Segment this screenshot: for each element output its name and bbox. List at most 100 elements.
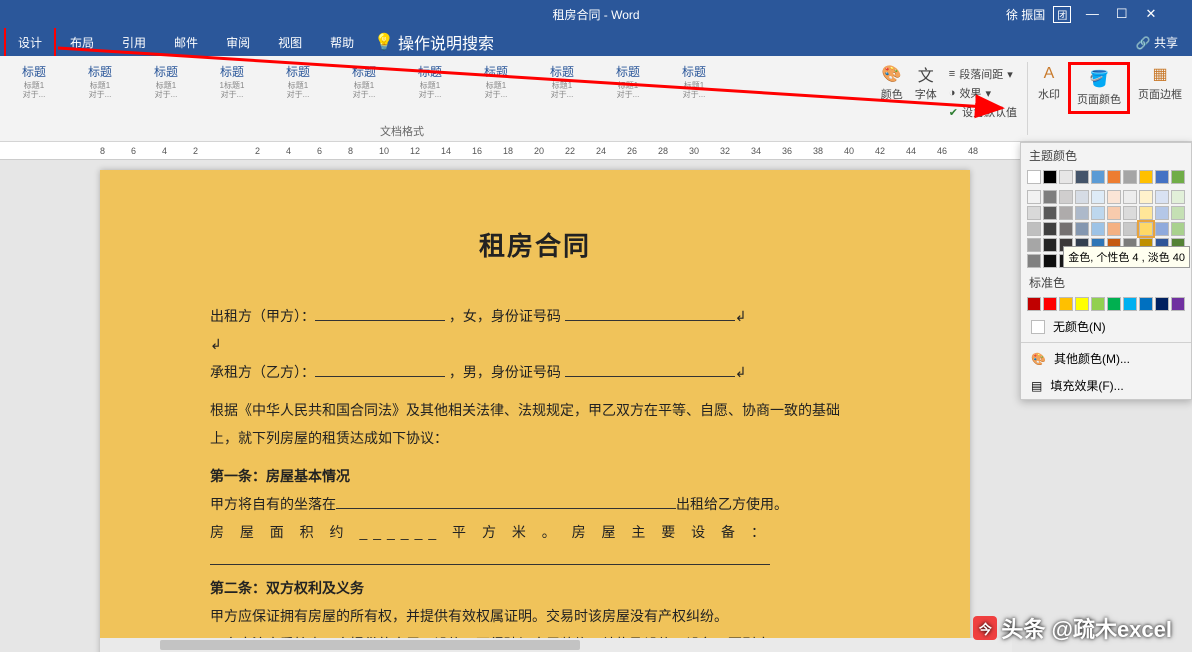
color-swatch[interactable] — [1043, 222, 1057, 236]
horizontal-ruler[interactable]: 8642246810121416182022242628303234363840… — [0, 142, 1192, 160]
color-swatch[interactable] — [1171, 170, 1185, 184]
color-swatch[interactable] — [1027, 190, 1041, 204]
color-swatch[interactable] — [1123, 190, 1137, 204]
fill-effects-option[interactable]: ▤填充效果(F)... — [1021, 372, 1191, 399]
color-swatch[interactable] — [1123, 297, 1137, 311]
color-swatch[interactable] — [1075, 190, 1089, 204]
style-thumb[interactable]: 标题标题1对于... — [134, 60, 198, 116]
color-swatch[interactable] — [1059, 190, 1073, 204]
style-thumb[interactable]: 标题1标题1对于... — [200, 60, 264, 116]
style-thumb[interactable]: 标题标题1对于... — [464, 60, 528, 116]
horizontal-scrollbar[interactable] — [100, 638, 1012, 652]
tab-mailings[interactable]: 邮件 — [160, 26, 212, 59]
t: 承租方（乙方）： — [210, 364, 315, 380]
color-swatch[interactable] — [1091, 297, 1105, 311]
ribbon: 标题标题1对于... 标题标题1对于... 标题标题1对于... 标题1标题1对… — [0, 56, 1192, 142]
color-swatch[interactable] — [1139, 297, 1153, 311]
color-swatch[interactable] — [1059, 206, 1073, 220]
watermark-button[interactable]: A 水印 — [1034, 62, 1064, 104]
page-color-button[interactable]: 🪣 页面颜色 — [1073, 67, 1125, 109]
colors-button[interactable]: 🎨 颜色 — [877, 62, 907, 104]
share-button[interactable]: 🔗 共享 — [1136, 34, 1188, 51]
effects-button[interactable]: ◑效果 ▾ — [949, 85, 1017, 101]
color-swatch[interactable] — [1155, 206, 1169, 220]
style-thumb[interactable]: 标题标题1对于... — [530, 60, 594, 116]
style-thumb[interactable]: 标题标题1对于... — [68, 60, 132, 116]
style-thumb[interactable]: 标题标题1对于... — [332, 60, 396, 116]
color-swatch[interactable] — [1123, 170, 1137, 184]
color-swatch[interactable] — [1027, 238, 1041, 252]
color-swatch[interactable] — [1107, 170, 1121, 184]
set-default-button[interactable]: ✔设为默认值 — [949, 104, 1017, 120]
color-swatch[interactable] — [1027, 254, 1041, 268]
color-swatch[interactable] — [1027, 222, 1041, 236]
tab-design[interactable]: 设计 — [4, 26, 56, 59]
color-swatch[interactable] — [1027, 170, 1041, 184]
color-swatch[interactable] — [1059, 222, 1073, 236]
paragraph-spacing-button[interactable]: ≡段落间距 ▾ — [949, 66, 1017, 82]
color-swatch[interactable] — [1155, 222, 1169, 236]
color-swatch[interactable] — [1075, 222, 1089, 236]
style-thumb[interactable]: 标题标题1对于... — [2, 60, 66, 116]
color-swatch[interactable] — [1091, 190, 1105, 204]
minimize-button[interactable]: — — [1079, 6, 1105, 21]
color-swatch[interactable] — [1155, 297, 1169, 311]
color-swatch[interactable] — [1171, 190, 1185, 204]
group-label-doc-format: 文档格式 — [380, 123, 424, 139]
color-swatch[interactable] — [1155, 190, 1169, 204]
style-thumb[interactable]: 标题标题1对于... — [662, 60, 726, 116]
tab-view[interactable]: 视图 — [264, 26, 316, 59]
tab-layout[interactable]: 布局 — [56, 26, 108, 59]
ribbon-display-icon[interactable]: 团 — [1053, 6, 1071, 23]
color-swatch[interactable] — [1043, 190, 1057, 204]
color-swatch[interactable] — [1139, 222, 1153, 236]
tell-me[interactable]: 💡 操作说明搜索 — [374, 30, 494, 54]
more-colors-option[interactable]: 🎨其他颜色(M)... — [1021, 345, 1191, 372]
color-swatch[interactable] — [1075, 170, 1089, 184]
fonts-button[interactable]: 文 字体 — [911, 62, 941, 104]
color-swatch[interactable] — [1107, 190, 1121, 204]
no-color-option[interactable]: 无颜色(N) — [1021, 313, 1191, 340]
color-swatch[interactable] — [1027, 297, 1041, 311]
style-thumb[interactable]: 标题标题1对于... — [266, 60, 330, 116]
style-thumb[interactable]: 标题标题1对于... — [596, 60, 660, 116]
color-swatch[interactable] — [1027, 206, 1041, 220]
tab-references[interactable]: 引用 — [108, 26, 160, 59]
color-swatch[interactable] — [1059, 170, 1073, 184]
color-swatch[interactable] — [1075, 206, 1089, 220]
style-sub: 标题1对于... — [531, 82, 593, 100]
color-swatch[interactable] — [1155, 170, 1169, 184]
color-swatch[interactable] — [1043, 206, 1057, 220]
page-borders-button[interactable]: ▦ 页面边框 — [1134, 62, 1186, 104]
color-swatch[interactable] — [1107, 297, 1121, 311]
tab-review[interactable]: 审阅 — [212, 26, 264, 59]
document-formatting-gallery[interactable]: 标题标题1对于... 标题标题1对于... 标题标题1对于... 标题1标题1对… — [0, 56, 871, 141]
color-swatch[interactable] — [1171, 206, 1185, 220]
color-swatch[interactable] — [1107, 222, 1121, 236]
color-swatch[interactable] — [1043, 238, 1057, 252]
color-swatch[interactable] — [1171, 297, 1185, 311]
scrollbar-thumb[interactable] — [160, 640, 580, 650]
color-swatch[interactable] — [1107, 206, 1121, 220]
color-swatch[interactable] — [1043, 254, 1057, 268]
color-swatch[interactable] — [1043, 297, 1057, 311]
maximize-button[interactable]: ☐ — [1109, 6, 1135, 22]
style-thumb[interactable]: 标题标题1对于... — [398, 60, 462, 116]
color-swatch[interactable] — [1139, 190, 1153, 204]
document-page[interactable]: 租房合同 出租方（甲方）： ，女，身份证号码 ↲ ↲ 承租方（乙方）： ，男，身… — [100, 170, 970, 652]
color-swatch[interactable] — [1139, 206, 1153, 220]
color-swatch[interactable] — [1123, 222, 1137, 236]
color-swatch[interactable] — [1091, 222, 1105, 236]
color-swatch[interactable] — [1091, 206, 1105, 220]
color-swatch[interactable] — [1059, 297, 1073, 311]
color-swatch[interactable] — [1171, 222, 1185, 236]
color-swatch[interactable] — [1075, 297, 1089, 311]
color-swatch[interactable] — [1139, 170, 1153, 184]
tab-help[interactable]: 帮助 — [316, 26, 368, 59]
color-swatch[interactable] — [1123, 206, 1137, 220]
document-area[interactable]: 租房合同 出租方（甲方）： ，女，身份证号码 ↲ ↲ 承租方（乙方）： ，男，身… — [0, 160, 1192, 652]
color-swatch[interactable] — [1043, 170, 1057, 184]
close-button[interactable]: ✕ — [1138, 6, 1164, 22]
user-name: 徐 振国 — [1006, 6, 1045, 23]
color-swatch[interactable] — [1091, 170, 1105, 184]
